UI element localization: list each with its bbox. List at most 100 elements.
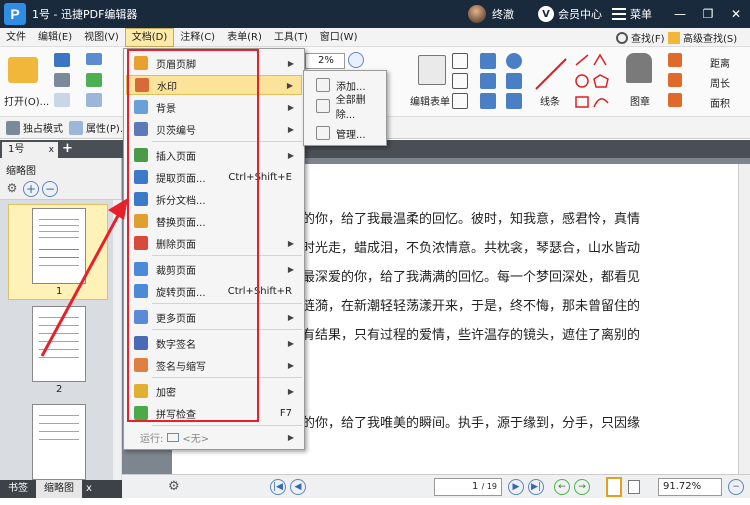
gear-icon[interactable]: ⚙ <box>168 479 180 494</box>
menu-view[interactable]: 视图(V) <box>78 28 125 47</box>
zoom-combo[interactable]: 2% <box>305 53 345 69</box>
menu-file[interactable]: 文件 <box>0 28 32 47</box>
doc-menu-item[interactable]: 拆分文档... <box>126 189 302 209</box>
edit-form-label[interactable]: 编辑表单 <box>410 93 450 108</box>
add-tab-icon[interactable]: + <box>62 141 73 156</box>
line-tool-icon[interactable] <box>534 57 568 91</box>
doc-menu-item[interactable]: 贝茨编号 ▶ <box>126 119 302 139</box>
zoom-out-button[interactable]: − <box>728 479 744 495</box>
text-tool-icon[interactable] <box>480 53 496 69</box>
doc-menu-item[interactable]: 裁剪页面 ▶ <box>126 259 302 279</box>
thumbnail-list[interactable]: 1 2 <box>0 200 122 480</box>
doc-menu-item[interactable]: 更多页面 ▶ <box>126 307 302 327</box>
page-thumbnail-2[interactable] <box>32 306 86 382</box>
menu-tools[interactable]: 工具(T) <box>268 28 314 47</box>
first-page-button[interactable]: |◀ <box>270 479 286 495</box>
vip-icon[interactable]: V <box>538 6 554 22</box>
form-tool-icon[interactable] <box>452 53 468 69</box>
doc-menu-item[interactable]: 替换页面... <box>126 211 302 231</box>
zoom-in-icon[interactable] <box>348 52 364 68</box>
exclusive-mode-button[interactable]: 独占模式 <box>6 120 63 135</box>
zoom-out-icon[interactable]: − <box>42 180 58 197</box>
dropdown-icon[interactable] <box>86 93 102 107</box>
find-button[interactable]: 查找(F) <box>616 30 665 45</box>
note-icon[interactable] <box>506 73 522 89</box>
sound-icon[interactable] <box>506 93 522 109</box>
user-avatar[interactable] <box>468 5 486 23</box>
stamp-label[interactable]: 图章 <box>630 93 650 108</box>
continuous-view-icon[interactable] <box>628 480 640 494</box>
share-icon[interactable] <box>86 73 102 87</box>
prev-page-button[interactable]: ◀ <box>290 479 306 495</box>
doc-menu-item[interactable]: 背景 ▶ <box>126 97 302 117</box>
textbox-icon[interactable] <box>480 93 496 109</box>
restore-button[interactable]: ❐ <box>694 7 722 21</box>
thumbnail-scrollbar[interactable] <box>113 200 121 480</box>
gear-icon[interactable]: ⚙ <box>4 181 20 197</box>
doc-menu-item[interactable]: 数字签名 ▶ <box>126 333 302 353</box>
print-icon[interactable] <box>54 73 70 87</box>
doc-menu-item[interactable]: 水印 ▶ <box>126 75 302 95</box>
menu-document[interactable]: 文档(D) <box>124 27 175 47</box>
menu-window[interactable]: 窗口(W) <box>314 28 364 47</box>
close-button[interactable]: ✕ <box>722 7 750 21</box>
menu-form[interactable]: 表单(R) <box>221 28 268 47</box>
edit-form-icon[interactable] <box>418 55 446 85</box>
area-icon[interactable] <box>668 93 682 107</box>
watermark-manage[interactable]: 管理... <box>306 123 384 143</box>
vip-center-link[interactable]: 会员中心 <box>558 6 602 22</box>
single-page-view-icon[interactable] <box>606 477 622 497</box>
form-tool-icon[interactable] <box>452 93 468 109</box>
form-tool-icon[interactable] <box>452 73 468 89</box>
tab-thumbnails[interactable]: 缩略图 <box>36 480 82 498</box>
menu-comment[interactable]: 注释(C) <box>174 28 221 47</box>
perimeter-icon[interactable] <box>668 73 682 87</box>
next-page-button[interactable]: ▶ <box>508 479 524 495</box>
distance-label[interactable]: 距离 <box>710 55 730 70</box>
document-scrollbar[interactable] <box>738 164 750 474</box>
doc-menu-item[interactable]: 删除页面 ▶ <box>126 233 302 253</box>
main-menu-button[interactable]: 菜单 <box>630 6 652 22</box>
doc-menu-item[interactable]: 提取页面... Ctrl+Shift+E <box>126 167 302 187</box>
stamp-icon[interactable] <box>626 53 652 83</box>
doc-menu-item[interactable]: 拼写检查 F7 <box>126 403 302 423</box>
minimize-button[interactable]: — <box>666 7 694 21</box>
forward-button[interactable]: → <box>574 479 590 495</box>
menu-separator <box>152 425 302 426</box>
menu-edit[interactable]: 编辑(E) <box>32 28 78 47</box>
doc-menu-item[interactable]: 页眉页脚 ▶ <box>126 53 302 73</box>
username[interactable]: 终澈 <box>492 6 514 22</box>
typewriter-icon[interactable] <box>480 73 496 89</box>
page-thumbnail-3[interactable] <box>32 404 86 480</box>
open-folder-icon[interactable] <box>8 57 38 83</box>
tab-document-1[interactable]: 1号 x <box>2 142 58 158</box>
hamburger-menu-icon[interactable] <box>612 8 626 20</box>
last-page-button[interactable]: ▶| <box>528 479 544 495</box>
back-button[interactable]: ← <box>554 479 570 495</box>
run-item[interactable]: 运行: <无> ▶ <box>126 427 302 447</box>
doc-menu-item[interactable]: 签名与缩写 ▶ <box>126 355 302 375</box>
email-icon[interactable] <box>86 53 102 65</box>
lines-label[interactable]: 线条 <box>540 93 560 108</box>
zoom-level-input[interactable]: 91.72% <box>658 478 722 496</box>
close-tab-icon[interactable]: x <box>49 142 54 158</box>
attachment-icon[interactable] <box>506 53 522 69</box>
distance-icon[interactable] <box>668 53 682 67</box>
page-thumbnail-1[interactable] <box>32 208 86 284</box>
close-panel-icon[interactable]: x <box>82 480 96 498</box>
watermark-delete-all[interactable]: 全部删除... <box>306 95 384 121</box>
properties-doc-icon[interactable] <box>54 93 70 107</box>
perimeter-label[interactable]: 周长 <box>710 75 730 90</box>
doc-menu-item[interactable]: 旋转页面... Ctrl+Shift+R <box>126 281 302 301</box>
save-icon[interactable] <box>54 53 70 67</box>
page-number-input[interactable]: 1 / 19 <box>434 478 502 496</box>
properties-button[interactable]: 属性(P)... <box>69 120 129 135</box>
advanced-find-button[interactable]: 高级查找(S) <box>668 30 737 45</box>
tab-bookmarks[interactable]: 书签 <box>0 480 36 498</box>
zoom-in-icon[interactable]: + <box>23 180 39 197</box>
doc-menu-item[interactable]: 加密 ▶ <box>126 381 302 401</box>
open-button-label[interactable]: 打开(O)... <box>4 93 49 108</box>
shape-tools[interactable] <box>572 51 612 113</box>
doc-menu-item[interactable]: 插入页面 ▶ <box>126 145 302 165</box>
area-label[interactable]: 面积 <box>710 95 730 110</box>
